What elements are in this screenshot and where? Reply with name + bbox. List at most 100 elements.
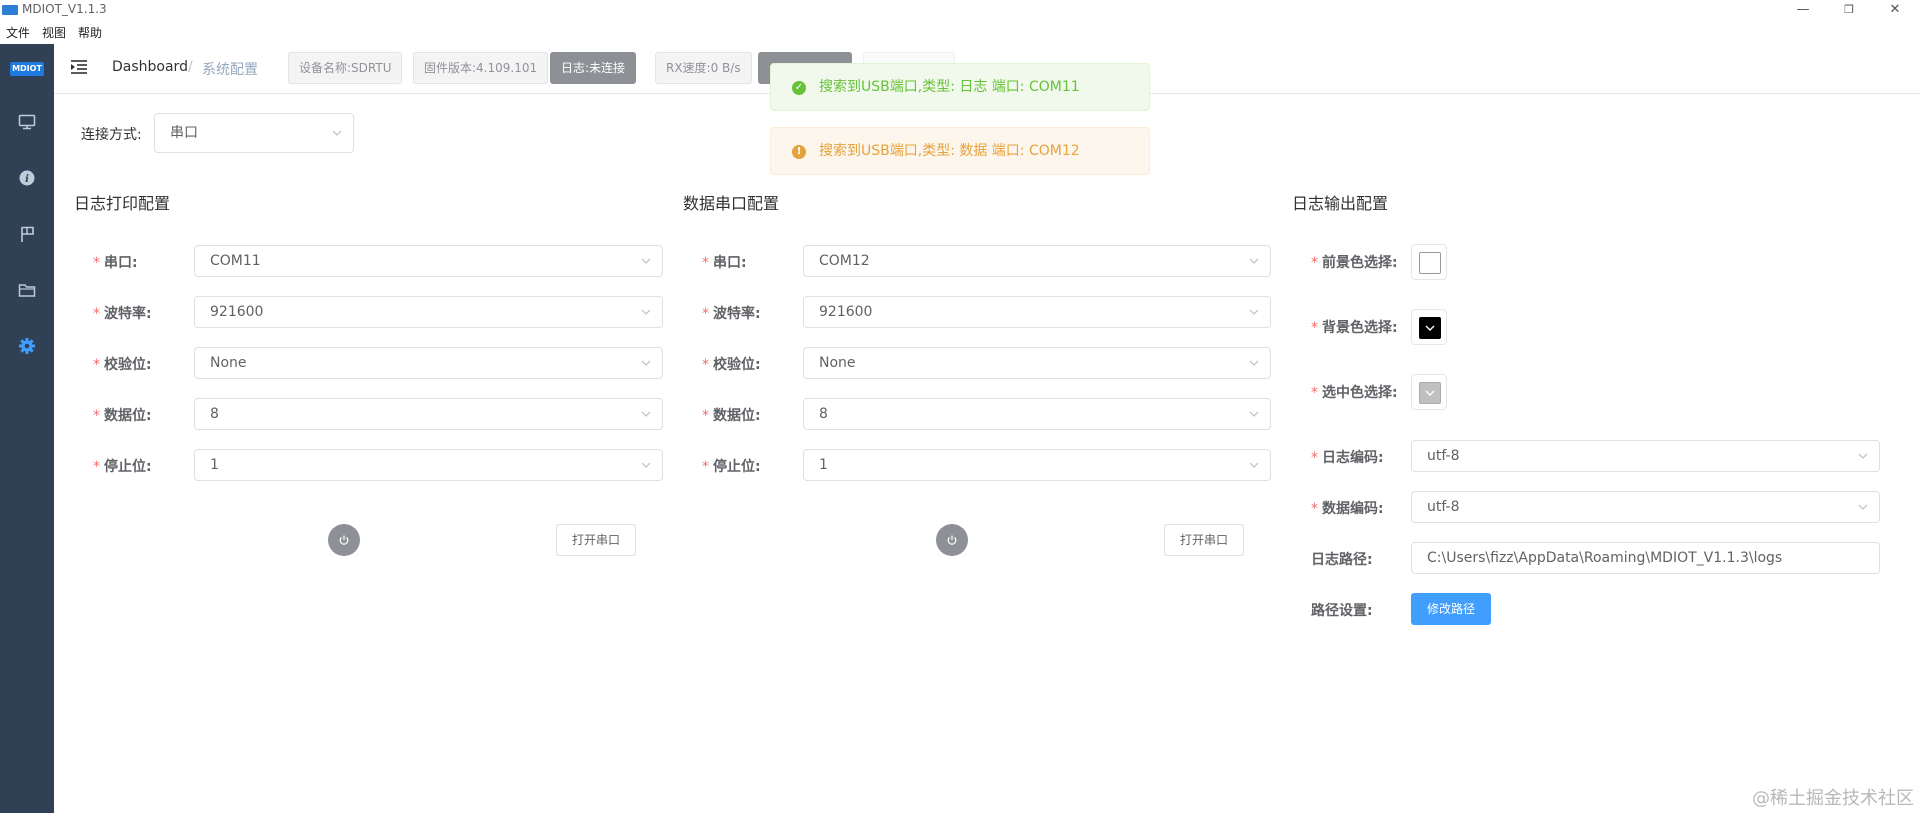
fg-color-picker[interactable] bbox=[1411, 244, 1447, 280]
data-open-port-button[interactable]: 打开串口 bbox=[1164, 524, 1244, 556]
title-bar: MDIOT_V1.1.3 — ❐ ✕ bbox=[0, 0, 1920, 20]
warning-toast: ! 搜索到USB端口,类型: 数据 端口: COM12 bbox=[770, 127, 1150, 175]
modify-path-button[interactable]: 修改路径 bbox=[1411, 593, 1491, 625]
data-encoding-select[interactable]: utf-8 bbox=[1411, 491, 1880, 523]
log-databits-select[interactable]: 8 bbox=[194, 398, 663, 430]
log-path-label: 日志路径: bbox=[1311, 552, 1373, 568]
success-toast-text: 搜索到USB端口,类型: 日志 端口: COM11 bbox=[819, 79, 1080, 95]
breadcrumb-separator: / bbox=[188, 59, 193, 75]
chevron-down-icon bbox=[1425, 325, 1435, 331]
log-baud-label: * 波特率: bbox=[93, 306, 152, 322]
path-setting-label: 路径设置: bbox=[1311, 603, 1373, 619]
menu-help[interactable]: 帮助 bbox=[78, 24, 102, 41]
log-path-input[interactable]: C:\Users\fizz\AppData\Roaming\MDIOT_V1.1… bbox=[1411, 542, 1880, 574]
log-parity-value: None bbox=[210, 355, 247, 371]
power-icon bbox=[339, 535, 349, 545]
chevron-down-icon bbox=[1249, 462, 1259, 468]
chevron-down-icon bbox=[332, 130, 342, 136]
warning-circle-icon: ! bbox=[792, 145, 806, 159]
log-stopbits-select[interactable]: 1 bbox=[194, 449, 663, 481]
power-icon bbox=[947, 535, 957, 545]
data-baud-value: 921600 bbox=[819, 304, 873, 320]
data-port-value: COM12 bbox=[819, 253, 870, 269]
window-title: MDIOT_V1.1.3 bbox=[22, 2, 107, 16]
log-parity-label: * 校验位: bbox=[93, 357, 152, 373]
data-baud-select[interactable]: 921600 bbox=[803, 296, 1271, 328]
log-baud-select[interactable]: 921600 bbox=[194, 296, 663, 328]
fg-color-swatch bbox=[1419, 252, 1441, 274]
data-databits-label: * 数据位: bbox=[702, 408, 761, 424]
sidebar: MDIOT i bbox=[0, 44, 54, 813]
data-parity-label: * 校验位: bbox=[702, 357, 761, 373]
chevron-down-icon bbox=[641, 360, 651, 366]
log-open-port-button[interactable]: 打开串口 bbox=[556, 524, 636, 556]
bg-color-swatch bbox=[1419, 317, 1441, 339]
device-name-tag: 设备名称:SDRTU bbox=[288, 52, 403, 84]
log-encoding-select[interactable]: utf-8 bbox=[1411, 440, 1880, 472]
data-power-button[interactable] bbox=[936, 524, 968, 556]
select-color-label: * 选中色选择: bbox=[1311, 385, 1398, 401]
folder-icon[interactable] bbox=[17, 280, 37, 300]
connection-label: 连接方式: bbox=[81, 127, 142, 143]
log-port-value: COM11 bbox=[210, 253, 261, 269]
firmware-version-tag: 固件版本:4.109.101 bbox=[413, 52, 549, 84]
app-logo: MDIOT bbox=[10, 62, 44, 76]
log-databits-label: * 数据位: bbox=[93, 408, 152, 424]
chevron-down-icon bbox=[1249, 411, 1259, 417]
log-encoding-label: * 日志编码: bbox=[1311, 450, 1384, 466]
check-circle-icon: ✓ bbox=[792, 81, 806, 95]
menu-view[interactable]: 视图 bbox=[42, 24, 66, 41]
chevron-down-icon bbox=[641, 258, 651, 264]
data-serial-title: 数据串口配置 bbox=[683, 194, 780, 213]
warning-toast-text: 搜索到USB端口,类型: 数据 端口: COM12 bbox=[819, 143, 1080, 159]
data-port-select[interactable]: COM12 bbox=[803, 245, 1271, 277]
maximize-button[interactable]: ❐ bbox=[1826, 0, 1872, 20]
data-parity-select[interactable]: None bbox=[803, 347, 1271, 379]
log-parity-select[interactable]: None bbox=[194, 347, 663, 379]
log-databits-value: 8 bbox=[210, 406, 219, 422]
data-port-label: * 串口: bbox=[702, 255, 747, 271]
chevron-down-icon bbox=[641, 462, 651, 468]
chevron-down-icon bbox=[641, 411, 651, 417]
log-power-button[interactable] bbox=[328, 524, 360, 556]
log-port-label: * 串口: bbox=[93, 255, 138, 271]
success-toast: ✓ 搜索到USB端口,类型: 日志 端口: COM11 bbox=[770, 63, 1150, 111]
menu-file[interactable]: 文件 bbox=[6, 24, 30, 41]
data-encoding-label: * 数据编码: bbox=[1311, 501, 1384, 517]
gear-icon[interactable] bbox=[17, 336, 37, 356]
watermark: @稀土掘金技术社区 bbox=[1752, 788, 1914, 809]
hamburger-icon[interactable] bbox=[70, 58, 88, 76]
app-icon bbox=[2, 5, 18, 15]
log-baud-value: 921600 bbox=[210, 304, 264, 320]
log-port-select[interactable]: COM11 bbox=[194, 245, 663, 277]
data-baud-label: * 波特率: bbox=[702, 306, 761, 322]
chevron-down-icon bbox=[1249, 360, 1259, 366]
close-button[interactable]: ✕ bbox=[1872, 0, 1918, 20]
connection-value: 串口 bbox=[170, 125, 198, 141]
connection-select[interactable]: 串口 bbox=[154, 113, 354, 153]
chevron-down-icon bbox=[1425, 390, 1435, 396]
chevron-down-icon bbox=[641, 309, 651, 315]
select-color-picker[interactable] bbox=[1411, 374, 1447, 410]
log-status-tag: 日志:未连接 bbox=[550, 52, 637, 84]
bg-color-picker[interactable] bbox=[1411, 309, 1447, 345]
data-stopbits-select[interactable]: 1 bbox=[803, 449, 1271, 481]
log-stopbits-value: 1 bbox=[210, 457, 219, 473]
data-parity-value: None bbox=[819, 355, 856, 371]
log-print-title: 日志打印配置 bbox=[74, 194, 171, 213]
bg-color-label: * 背景色选择: bbox=[1311, 320, 1398, 336]
chevron-down-icon bbox=[1249, 258, 1259, 264]
data-encoding-value: utf-8 bbox=[1427, 499, 1460, 515]
data-databits-select[interactable]: 8 bbox=[803, 398, 1271, 430]
minimize-button[interactable]: — bbox=[1780, 0, 1826, 20]
fg-color-label: * 前景色选择: bbox=[1311, 255, 1398, 271]
monitor-icon[interactable] bbox=[17, 112, 37, 132]
data-stopbits-value: 1 bbox=[819, 457, 828, 473]
log-output-title: 日志输出配置 bbox=[1292, 194, 1389, 213]
info-icon[interactable]: i bbox=[17, 168, 37, 188]
chevron-down-icon bbox=[1858, 504, 1868, 510]
flag-icon[interactable] bbox=[17, 224, 37, 244]
data-stopbits-label: * 停止位: bbox=[702, 459, 761, 475]
breadcrumb-home[interactable]: Dashboard bbox=[112, 59, 188, 75]
svg-text:i: i bbox=[25, 174, 29, 185]
